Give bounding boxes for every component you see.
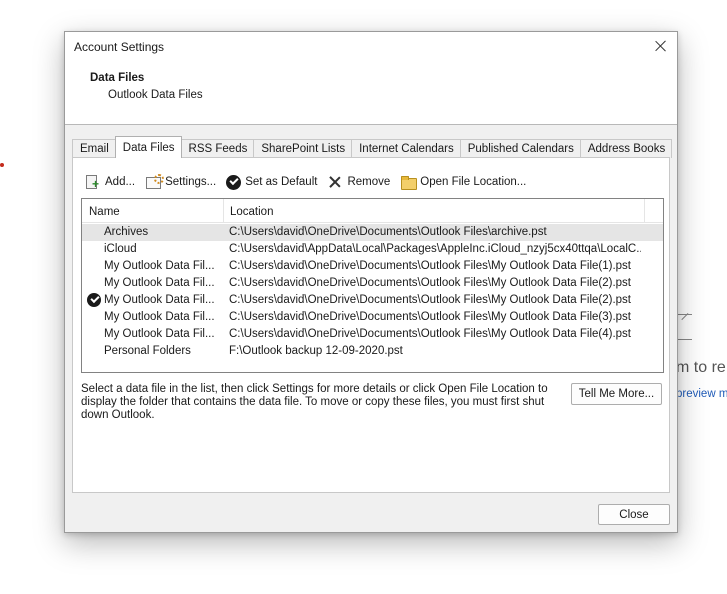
close-icon[interactable]	[653, 38, 669, 54]
header-subtitle: Outlook Data Files	[108, 89, 203, 101]
settings-icon	[145, 174, 165, 190]
tab-rss-feeds[interactable]: RSS Feeds	[180, 139, 255, 158]
column-header-location[interactable]: Location	[223, 199, 643, 223]
settings-button-label: Settings...	[165, 176, 217, 188]
remove-button[interactable]: Remove	[327, 174, 390, 190]
row-name: My Outlook Data Fil...	[104, 294, 215, 306]
row-name: My Outlook Data Fil...	[104, 311, 215, 323]
close-button[interactable]: Close	[598, 504, 670, 525]
table-row[interactable]: Personal Folders F:\Outlook backup 12-09-…	[82, 343, 663, 360]
data-files-panel: Add... Settings... Set as Default Remove…	[72, 157, 670, 493]
add-button-label: Add...	[105, 176, 136, 188]
folder-icon	[400, 174, 418, 190]
tab-data-files[interactable]: Data Files	[114, 136, 182, 158]
account-settings-dialog: Account Settings Data Files Outlook Data…	[64, 31, 678, 533]
open-file-location-label: Open File Location...	[420, 176, 527, 188]
row-name: My Outlook Data Fil...	[104, 260, 215, 272]
open-file-location-button[interactable]: Open File Location...	[400, 174, 526, 190]
table-row[interactable]: Archives C:\Users\david\OneDrive\Document…	[82, 224, 663, 241]
row-location: F:\Outlook backup 12-09-2020.pst	[229, 345, 403, 357]
row-location: C:\Users\david\OneDrive\Documents\Outloo…	[229, 294, 631, 306]
set-default-button-label: Set as Default	[245, 176, 318, 188]
table-row[interactable]: My Outlook Data Fil... C:\Users\david\One…	[82, 309, 663, 326]
row-name: Archives	[104, 226, 149, 238]
row-location: C:\Users\david\AppData\Local\Packages\Ap…	[229, 243, 641, 255]
column-divider	[644, 199, 645, 223]
table-row[interactable]: My Outlook Data Fil... C:\Users\david\One…	[82, 258, 663, 275]
tell-me-more-button[interactable]: Tell Me More...	[571, 383, 662, 405]
default-checkmark-icon	[87, 293, 101, 307]
add-button[interactable]: Add...	[85, 174, 135, 190]
table-row[interactable]: My Outlook Data Fil... C:\Users\david\One…	[82, 275, 663, 292]
settings-button[interactable]: Settings...	[145, 174, 216, 190]
tab-published-calendars[interactable]: Published Calendars	[459, 139, 581, 158]
tab-strip: Email Data Files RSS Feeds SharePoint Li…	[72, 136, 673, 158]
background-document-icon	[676, 314, 692, 340]
row-location: C:\Users\david\OneDrive\Documents\Outloo…	[229, 260, 631, 272]
row-name: My Outlook Data Fil...	[104, 328, 215, 340]
dialog-header: Data Files Outlook Data Files	[65, 62, 677, 125]
remove-x-icon	[327, 174, 343, 190]
tab-internet-calendars[interactable]: Internet Calendars	[351, 139, 461, 158]
table-row[interactable]: My Outlook Data Fil... C:\Users\david\One…	[82, 326, 663, 343]
row-location: C:\Users\david\OneDrive\Documents\Outloo…	[229, 328, 631, 340]
data-files-list[interactable]: Name Location Archives C:\Users\david\One…	[81, 198, 664, 373]
description-text: Select a data file in the list, then cli…	[81, 383, 548, 421]
row-name: iCloud	[104, 243, 137, 255]
row-name: My Outlook Data Fil...	[104, 277, 215, 289]
add-file-icon	[85, 174, 101, 190]
row-location: C:\Users\david\OneDrive\Documents\Outloo…	[229, 277, 631, 289]
background-partial-text: m to re	[676, 359, 726, 376]
toolbar: Add... Settings... Set as Default Remove…	[85, 172, 536, 192]
dialog-titlebar: Account Settings	[65, 32, 677, 62]
background-partial-link[interactable]: preview m	[676, 388, 727, 400]
row-location: C:\Users\david\OneDrive\Documents\Outloo…	[229, 311, 631, 323]
list-header: Name Location	[82, 199, 663, 223]
checkmark-circle-icon	[226, 174, 242, 190]
row-name: Personal Folders	[104, 345, 191, 357]
tab-sharepoint-lists[interactable]: SharePoint Lists	[253, 139, 353, 158]
dialog-title: Account Settings	[74, 40, 165, 54]
table-row[interactable]: iCloud C:\Users\david\AppData\Local\Packa…	[82, 241, 663, 258]
set-default-button[interactable]: Set as Default	[226, 174, 318, 190]
background-dot	[0, 163, 4, 167]
list-rows: Archives C:\Users\david\OneDrive\Document…	[82, 223, 663, 360]
tab-email[interactable]: Email	[72, 139, 116, 158]
tab-address-books[interactable]: Address Books	[579, 139, 673, 158]
table-row[interactable]: My Outlook Data Fil... C:\Users\david\One…	[82, 292, 663, 309]
column-header-name[interactable]: Name	[89, 199, 223, 223]
remove-button-label: Remove	[347, 176, 391, 188]
header-title: Data Files	[90, 72, 145, 84]
row-location: C:\Users\david\OneDrive\Documents\Outloo…	[229, 226, 547, 238]
